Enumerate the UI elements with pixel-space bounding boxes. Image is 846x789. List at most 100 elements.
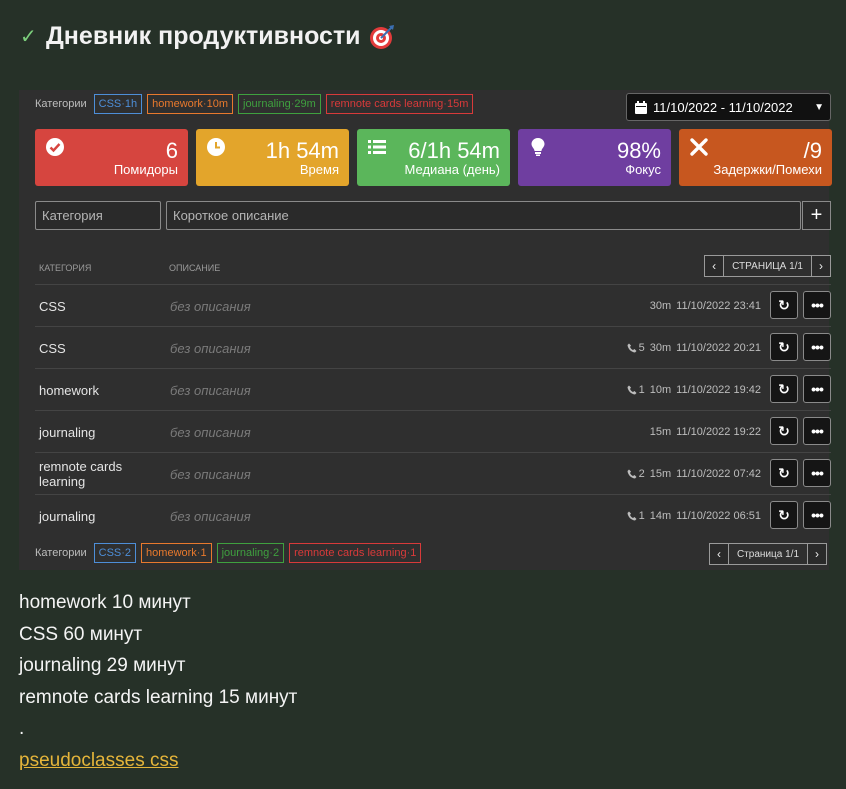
category-tag-value: 2 (124, 547, 132, 559)
category-tag[interactable]: homework·1 (141, 543, 212, 563)
row-description: без описания (170, 382, 251, 398)
restart-button[interactable]: ↻ (770, 375, 798, 403)
row-meta: 30m 11/10/2022 23:41 (650, 285, 761, 327)
interruptions: 1 (627, 384, 645, 396)
category-tag-name: homework (146, 547, 197, 559)
category-tag-name: journaling (221, 547, 270, 559)
table-row: remnote cards learning без описания 2 15m 11… (35, 452, 831, 494)
page-title: Дневник продуктивности (46, 22, 361, 50)
row-duration: 15m (649, 426, 672, 438)
next-page-button[interactable]: › (807, 543, 828, 565)
top-category-bar: Категории CSS·1h homework·10m journaling·2… (35, 94, 474, 114)
add-entry-button[interactable]: + (802, 201, 831, 230)
new-entry-row: + (35, 201, 831, 231)
interruptions-count: 1 (638, 384, 645, 396)
summary-line: CSS 60 минут (19, 623, 143, 645)
category-tag-value: 1h (124, 98, 138, 110)
restart-button[interactable]: ↻ (770, 501, 798, 529)
ellipsis-icon: ••• (811, 465, 824, 481)
row-description: без описания (170, 466, 251, 482)
summary-link-line: pseudoclasses css (19, 745, 297, 777)
phone-icon (627, 511, 637, 521)
chevron-down-icon: ▼ (814, 101, 824, 113)
category-tag[interactable]: CSS·1h (93, 94, 143, 114)
restart-button[interactable]: ↻ (770, 333, 798, 361)
table-row: journaling без описания 15m 11/10/2022 19:2… (35, 410, 831, 452)
clock-icon (206, 137, 226, 157)
row-datetime: 11/10/2022 06:51 (676, 510, 761, 522)
pager-text: Страница 1/1 (724, 255, 811, 277)
phone-icon (627, 343, 637, 353)
phone-icon (627, 385, 637, 395)
stat-value: 1h 54m (265, 138, 339, 163)
row-category: CSS (39, 340, 66, 356)
category-input[interactable] (35, 201, 161, 230)
tag-separator: · (121, 547, 125, 559)
pager-text: Страница 1/1 (729, 543, 808, 565)
category-tag[interactable]: CSS·2 (93, 543, 137, 563)
column-header-category: КАТЕГОРИЯ (39, 263, 92, 273)
redo-icon: ↻ (778, 464, 790, 481)
more-options-button[interactable]: ••• (803, 417, 831, 445)
pseudoclasses-link[interactable]: pseudoclasses css (19, 750, 178, 771)
row-category: journaling (39, 424, 96, 440)
more-options-button[interactable]: ••• (803, 501, 831, 529)
categories-label: Категории (35, 98, 87, 110)
category-tag[interactable]: journaling·2 (216, 543, 285, 563)
category-tag[interactable]: remnote cards learning·15m (325, 94, 474, 114)
ellipsis-icon: ••• (811, 423, 824, 439)
category-tag-value: 10m (206, 98, 228, 110)
tag-separator: · (202, 98, 207, 110)
category-tag[interactable]: remnote cards learning·1 (289, 543, 422, 563)
bottom-category-bar: Категории CSS·2 homework·1 journaling·2 rem… (35, 543, 422, 563)
description-input[interactable] (166, 201, 801, 230)
prev-page-button[interactable]: ‹ (704, 255, 725, 277)
page-header: ✓ Дневник продуктивности (20, 22, 395, 51)
category-tag-name: CSS (98, 547, 122, 559)
restart-button[interactable]: ↻ (770, 459, 798, 487)
more-options-button[interactable]: ••• (803, 291, 831, 319)
categories-label: Категории (35, 547, 87, 559)
table-row: homework без описания 1 10m 11/10/2022 19:42… (35, 368, 831, 410)
next-page-button[interactable]: › (811, 255, 831, 277)
row-datetime: 11/10/2022 23:41 (676, 300, 761, 312)
pomodoro-panel: Категории CSS·1h homework·10m journaling·2… (19, 90, 832, 570)
restart-button[interactable]: ↻ (770, 291, 798, 319)
category-tag[interactable]: homework·10m (147, 94, 233, 114)
restart-button[interactable]: ↻ (770, 417, 798, 445)
category-tag-value: 1 (410, 547, 417, 559)
row-meta: 5 30m 11/10/2022 20:21 (627, 327, 761, 369)
stat-card: 6 Помидоры (35, 129, 188, 186)
stat-label: Задержки/Помехи (713, 162, 822, 177)
top-pager: ‹ Страница 1/1 › (704, 255, 831, 277)
more-options-button[interactable]: ••• (803, 459, 831, 487)
row-duration: 30m (649, 300, 672, 312)
tag-separator: · (443, 98, 447, 110)
list-icon (367, 137, 387, 157)
prev-page-button[interactable]: ‹ (709, 543, 729, 565)
stat-label: Помидоры (113, 162, 178, 177)
summary-line: remnote cards learning 15 минут (19, 686, 298, 708)
interruptions-count: 5 (638, 342, 645, 354)
tag-separator: · (406, 547, 411, 559)
table-header: КАТЕГОРИЯ ОПИСАНИЕ ‹ Страница 1/1 › (35, 254, 831, 284)
category-tag[interactable]: journaling·29m (238, 94, 321, 114)
stat-label: Время (299, 162, 339, 177)
ellipsis-icon: ••• (811, 297, 824, 313)
row-meta: 15m 11/10/2022 19:22 (650, 411, 761, 453)
stat-value: 98% (616, 138, 661, 163)
category-tag-value: 2 (272, 547, 280, 559)
more-options-button[interactable]: ••• (803, 333, 831, 361)
date-range-picker[interactable]: 11/10/2022 - 11/10/2022 ▼ (626, 93, 831, 121)
ellipsis-icon: ••• (811, 339, 824, 355)
row-category: remnote cards learning (39, 459, 123, 489)
stat-value: 6/1h 54m (408, 138, 500, 163)
redo-icon: ↻ (778, 296, 790, 313)
row-description: без описания (170, 298, 251, 314)
stat-card: 98% Фокус (518, 129, 671, 186)
table-row: CSS без описания 5 30m 11/10/2022 20:21 ↻ ••• (35, 326, 831, 368)
row-datetime: 11/10/2022 07:42 (676, 468, 761, 480)
column-header-description: ОПИСАНИЕ (169, 263, 221, 273)
more-options-button[interactable]: ••• (803, 375, 831, 403)
table-row: CSS без описания 30m 11/10/2022 23:41 ↻ ••• (35, 284, 831, 326)
